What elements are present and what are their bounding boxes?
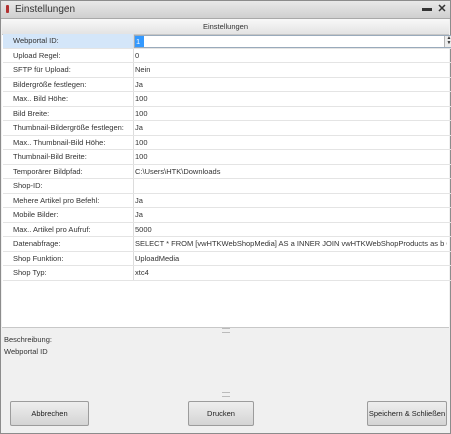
spinner-icon[interactable]: ▲ ▼ — [444, 36, 451, 47]
minimize-icon[interactable]: ▬ — [422, 3, 432, 15]
property-label: Thumbnail-Bild Breite: — [3, 150, 134, 164]
property-row[interactable]: Bildergröße festlegen: Ja — [3, 77, 451, 92]
property-row[interactable]: Thumbnail-Bildergröße festlegen: Ja — [3, 121, 451, 136]
property-label: Max.. Bild Höhe: — [3, 92, 134, 106]
print-button[interactable]: Drucken — [188, 401, 254, 426]
property-row[interactable]: Max.. Artikel pro Aufruf: 5000 — [3, 222, 451, 237]
property-row[interactable]: Max.. Thumbnail-Bild Höhe: 100 — [3, 135, 451, 150]
property-label: Max.. Artikel pro Aufruf: — [3, 222, 134, 236]
description-panel: Beschreibung: Webportal ID — [4, 334, 52, 358]
property-label: Datenabfrage: — [3, 237, 134, 251]
property-row[interactable]: Shop-ID: — [3, 179, 451, 194]
property-value[interactable]: Ja — [134, 121, 447, 135]
property-label: Temporärer Bildpfad: — [3, 164, 134, 178]
property-value[interactable]: Ja — [134, 208, 447, 222]
property-label: Max.. Thumbnail-Bild Höhe: — [3, 135, 134, 149]
splitter-handle[interactable] — [222, 328, 230, 333]
property-grid: Einstellungen Webportal ID: 1 ▲ ▼ Upload … — [2, 19, 451, 328]
property-value[interactable]: C:\Users\HTK\Downloads — [134, 165, 447, 179]
property-value[interactable]: Ja — [134, 194, 447, 208]
property-label: Shop Funktion: — [3, 251, 134, 265]
property-row[interactable]: Temporärer Bildpfad: C:\Users\HTK\Downloa… — [3, 164, 451, 179]
property-value[interactable]: xtc4 — [134, 266, 447, 280]
property-value[interactable]: UploadMedia — [134, 252, 447, 266]
property-row[interactable]: Thumbnail-Bild Breite: 100 — [3, 150, 451, 165]
property-value[interactable]: 100 — [134, 92, 447, 106]
grid-header: Einstellungen — [2, 19, 449, 35]
property-label: Thumbnail-Bildergröße festlegen: — [3, 121, 134, 135]
property-row[interactable]: Mehere Artikel pro Befehl: Ja — [3, 193, 451, 208]
property-label: Bildergröße festlegen: — [3, 77, 134, 91]
property-label: Webportal ID: — [3, 34, 134, 48]
property-label: Shop Typ: — [3, 266, 134, 280]
property-label: Upload Regel: — [3, 48, 134, 62]
property-row[interactable]: Shop Funktion: UploadMedia — [3, 251, 451, 266]
property-value[interactable]: 5000 — [134, 223, 447, 237]
cancel-button[interactable]: Abbrechen — [10, 401, 89, 426]
webportal-id-value[interactable]: 1 — [135, 36, 144, 47]
property-label: SFTP für Upload: — [3, 63, 134, 77]
description-title: Beschreibung: — [4, 335, 52, 344]
property-label: Shop-ID: — [3, 179, 134, 193]
property-row[interactable]: Shop Typ: xtc4 — [3, 266, 451, 281]
webportal-id-stepper[interactable]: 1 ▲ ▼ — [134, 35, 451, 48]
save-close-button[interactable]: Speichern & Schließen — [367, 401, 447, 426]
property-row[interactable]: Mobile Bilder: Ja — [3, 208, 451, 223]
app-icon — [6, 5, 9, 13]
description-text: Webportal ID — [4, 347, 48, 356]
property-value[interactable]: 100 — [134, 150, 447, 164]
property-label: Mobile Bilder: — [3, 208, 134, 222]
property-value[interactable] — [134, 179, 447, 193]
splitter-handle[interactable] — [222, 392, 230, 397]
title-bar[interactable]: Einstellungen ▬ ✕ — [1, 1, 450, 19]
property-row[interactable]: Upload Regel: 0 — [3, 48, 451, 63]
property-value[interactable]: 100 — [134, 136, 447, 150]
property-row[interactable]: Webportal ID: 1 ▲ ▼ — [3, 34, 451, 49]
property-value[interactable]: Ja — [134, 78, 447, 92]
property-row[interactable]: SFTP für Upload: Nein — [3, 63, 451, 78]
property-rows: Webportal ID: 1 ▲ ▼ Upload Regel: 0 SFTP f… — [3, 34, 451, 281]
property-value[interactable]: 0 — [134, 49, 447, 63]
property-label: Mehere Artikel pro Befehl: — [3, 193, 134, 207]
property-value[interactable]: 100 — [134, 107, 447, 121]
property-value[interactable]: SELECT * FROM [vwHTKWebShopMedia] AS a I… — [134, 237, 447, 251]
settings-window: Einstellungen ▬ ✕ Einstellungen Webporta… — [0, 0, 451, 434]
property-value[interactable]: Nein — [134, 63, 447, 77]
property-row[interactable]: Datenabfrage: SELECT * FROM [vwHTKWebShop… — [3, 237, 451, 252]
close-icon[interactable]: ✕ — [437, 3, 447, 15]
property-label: Bild Breite: — [3, 106, 134, 120]
property-row[interactable]: Max.. Bild Höhe: 100 — [3, 92, 451, 107]
window-title: Einstellungen — [15, 4, 76, 15]
property-row[interactable]: Bild Breite: 100 — [3, 106, 451, 121]
